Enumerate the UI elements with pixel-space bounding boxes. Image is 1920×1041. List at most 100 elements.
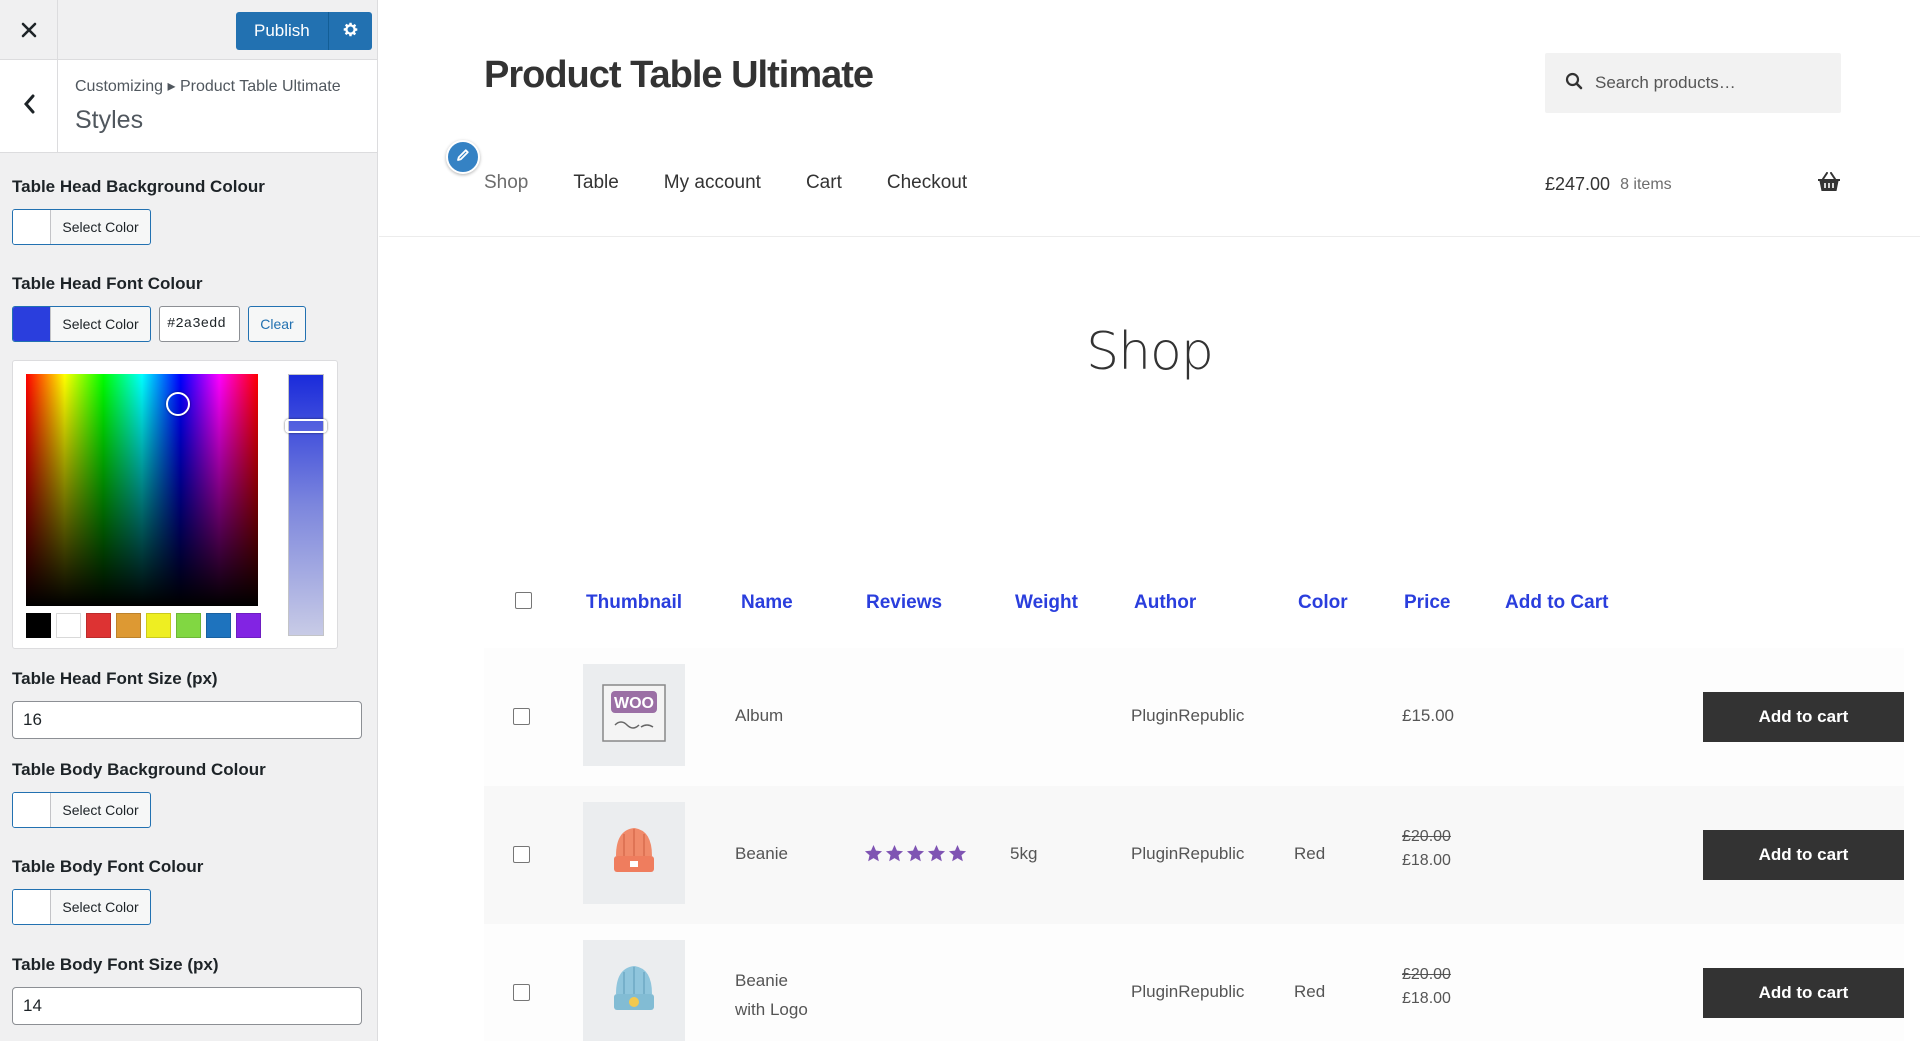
search-input[interactable] xyxy=(1595,73,1825,93)
color-palette xyxy=(26,613,261,638)
palette-swatch[interactable] xyxy=(86,613,111,638)
body-font-size-input[interactable] xyxy=(12,987,362,1025)
palette-swatch[interactable] xyxy=(56,613,81,638)
row-checkbox[interactable] xyxy=(513,708,530,725)
page-heading: Shop xyxy=(1086,322,1214,382)
saturation-handle[interactable] xyxy=(166,392,190,416)
svg-text:WOO: WOO xyxy=(614,695,654,712)
column-header-author[interactable]: Author xyxy=(1134,592,1196,614)
publish-settings-button[interactable] xyxy=(327,12,372,50)
nav-item-my-account[interactable]: My account xyxy=(664,172,761,194)
product-thumbnail[interactable]: WOO xyxy=(583,664,685,766)
product-name[interactable]: Beanie with Logo xyxy=(735,966,808,1024)
body-font-button-label: Select Color xyxy=(62,899,139,915)
product-thumbnail[interactable] xyxy=(583,802,685,904)
header-divider xyxy=(379,236,1920,237)
star-icon xyxy=(885,844,904,868)
sale-price: £18.00 xyxy=(1402,852,1451,869)
product-color: Red xyxy=(1294,844,1326,863)
breadcrumb: Customizing ▸ Product Table Ultimate xyxy=(75,78,341,95)
nav-item-table[interactable]: Table xyxy=(573,172,618,194)
nav-item-shop[interactable]: Shop xyxy=(484,172,528,194)
product-author: PluginRepublic xyxy=(1131,706,1245,725)
edit-shortcut-button[interactable] xyxy=(446,140,480,174)
publish-group: Publish xyxy=(236,12,372,50)
head-bg-button-label: Select Color xyxy=(62,219,139,235)
site-title[interactable]: Product Table Ultimate xyxy=(484,54,874,97)
search-icon xyxy=(1565,72,1583,95)
head-font-label: Table Head Font Colour xyxy=(12,274,203,293)
head-font-hex-input[interactable] xyxy=(159,306,240,342)
add-to-cart-button[interactable]: Add to cart xyxy=(1703,968,1904,1018)
head-bg-select-color-button[interactable]: Select Color xyxy=(12,209,151,245)
column-header-thumbnail[interactable]: Thumbnail xyxy=(586,592,682,614)
section-title: Styles xyxy=(75,106,144,134)
publish-button[interactable]: Publish xyxy=(236,12,328,50)
head-size-label: Table Head Font Size (px) xyxy=(12,669,218,688)
header-cart[interactable]: £247.00 8 items xyxy=(1545,172,1841,197)
row-checkbox[interactable] xyxy=(513,984,530,1001)
product-name[interactable]: Album xyxy=(735,706,783,726)
column-header-name[interactable]: Name xyxy=(741,592,793,614)
product-price: £15.00 xyxy=(1402,706,1454,725)
add-to-cart-button[interactable]: Add to cart xyxy=(1703,830,1904,880)
product-thumbnail[interactable] xyxy=(583,940,685,1041)
head-font-select-color-button[interactable]: Select Color xyxy=(12,306,151,342)
column-header-price[interactable]: Price xyxy=(1404,592,1450,614)
head-font-size-input[interactable] xyxy=(12,701,362,739)
palette-swatch[interactable] xyxy=(206,613,231,638)
table-row: Beanie with Logo PluginRepublic Red £20.… xyxy=(484,924,1904,1041)
palette-swatch[interactable] xyxy=(146,613,171,638)
section-header: Customizing ▸ Product Table Ultimate Sty… xyxy=(0,60,377,153)
basket-icon[interactable] xyxy=(1817,172,1841,197)
table-row: WOO Album PluginRepublic £15.00 Add to c… xyxy=(484,648,1904,786)
select-all-checkbox[interactable] xyxy=(515,592,532,609)
product-name-line1[interactable]: Beanie xyxy=(735,966,808,995)
sale-price: £18.00 xyxy=(1402,990,1451,1007)
product-name-line2[interactable]: with Logo xyxy=(735,995,808,1024)
palette-swatch[interactable] xyxy=(116,613,141,638)
hue-slider-handle[interactable] xyxy=(285,419,327,433)
palette-swatch[interactable] xyxy=(176,613,201,638)
customizer-sidebar: Publish Customizing ▸ Product Table Ulti… xyxy=(0,0,378,1041)
hue-slider[interactable] xyxy=(285,374,327,636)
body-bg-select-color-button[interactable]: Select Color xyxy=(12,792,151,828)
product-color: Red xyxy=(1294,982,1326,1001)
nav-item-cart[interactable]: Cart xyxy=(806,172,842,194)
product-price: £20.00 £18.00 xyxy=(1402,828,1451,870)
product-price: £20.00 £18.00 xyxy=(1402,966,1451,1008)
body-bg-swatch xyxy=(13,793,51,827)
cart-total: £247.00 xyxy=(1545,174,1611,194)
column-header-add-to-cart[interactable]: Add to Cart xyxy=(1505,592,1608,614)
color-picker xyxy=(12,360,338,649)
cart-count: 8 items xyxy=(1620,175,1672,193)
head-bg-swatch xyxy=(13,210,51,244)
product-author: PluginRepublic xyxy=(1131,844,1245,863)
column-header-weight[interactable]: Weight xyxy=(1015,592,1078,614)
column-header-color[interactable]: Color xyxy=(1298,592,1348,614)
regular-price: £20.00 xyxy=(1402,828,1451,845)
palette-swatch[interactable] xyxy=(236,613,261,638)
add-to-cart-button[interactable]: Add to cart xyxy=(1703,692,1904,742)
column-header-reviews[interactable]: Reviews xyxy=(866,592,942,614)
body-font-select-color-button[interactable]: Select Color xyxy=(12,889,151,925)
product-author: PluginRepublic xyxy=(1131,982,1245,1001)
nav-item-checkout[interactable]: Checkout xyxy=(887,172,967,194)
main-navigation: Shop Table My account Cart Checkout xyxy=(484,172,1012,194)
product-search xyxy=(1545,53,1841,113)
star-icon xyxy=(927,844,946,868)
product-name[interactable]: Beanie xyxy=(735,844,788,864)
product-weight: 5kg xyxy=(1010,844,1038,863)
close-customizer-button[interactable] xyxy=(0,0,58,59)
close-icon xyxy=(21,14,37,45)
head-font-button-label: Select Color xyxy=(62,316,139,332)
woo-album-icon: WOO xyxy=(601,683,667,748)
palette-swatch[interactable] xyxy=(26,613,51,638)
saturation-area[interactable] xyxy=(26,374,258,606)
back-button[interactable] xyxy=(0,60,58,152)
table-row: Beanie 5kg PluginRepublic Red £20.00 £18… xyxy=(484,786,1904,924)
body-font-swatch xyxy=(13,890,51,924)
head-font-clear-button[interactable]: Clear xyxy=(248,306,306,342)
body-font-label: Table Body Font Colour xyxy=(12,857,204,876)
row-checkbox[interactable] xyxy=(513,846,530,863)
